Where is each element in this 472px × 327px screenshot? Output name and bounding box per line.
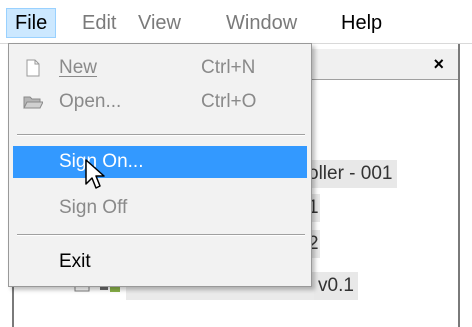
menu-item-label: Exit — [59, 251, 91, 272]
file-menu-dropdown: New Ctrl+N Open... Ctrl+O Sign On... Sig… — [8, 43, 312, 287]
menu-separator — [17, 134, 305, 136]
menu-item-label: New — [59, 57, 98, 78]
tree-item-controller[interactable]: oller - 001 — [304, 160, 397, 188]
open-folder-icon — [23, 96, 43, 109]
menu-item-shortcut: Ctrl+N — [201, 57, 256, 78]
menu-bar: File Edit View Window Help — [0, 0, 472, 44]
menu-item-exit[interactable]: Exit — [13, 246, 307, 278]
close-icon[interactable]: × — [433, 52, 444, 76]
new-file-icon — [26, 59, 40, 77]
menu-view[interactable]: View — [130, 8, 189, 38]
menu-item-label: Open... — [59, 91, 122, 112]
tree-item-version[interactable]: v0.1 — [314, 272, 358, 300]
menu-item-sign-on[interactable]: Sign On... — [13, 146, 307, 178]
menu-file[interactable]: File — [6, 8, 57, 38]
menu-help[interactable]: Help — [333, 8, 390, 38]
menu-item-sign-off[interactable]: Sign Off — [13, 192, 307, 224]
menu-edit[interactable]: Edit — [74, 8, 124, 38]
menu-window[interactable]: Window — [218, 8, 305, 38]
mouse-pointer-icon — [85, 159, 105, 189]
menu-item-open[interactable]: Open... Ctrl+O — [13, 86, 307, 118]
menu-separator — [17, 234, 305, 236]
menu-item-new[interactable]: New Ctrl+N — [13, 52, 307, 84]
menu-item-shortcut: Ctrl+O — [201, 91, 257, 112]
menu-item-label: Sign Off — [59, 197, 128, 218]
